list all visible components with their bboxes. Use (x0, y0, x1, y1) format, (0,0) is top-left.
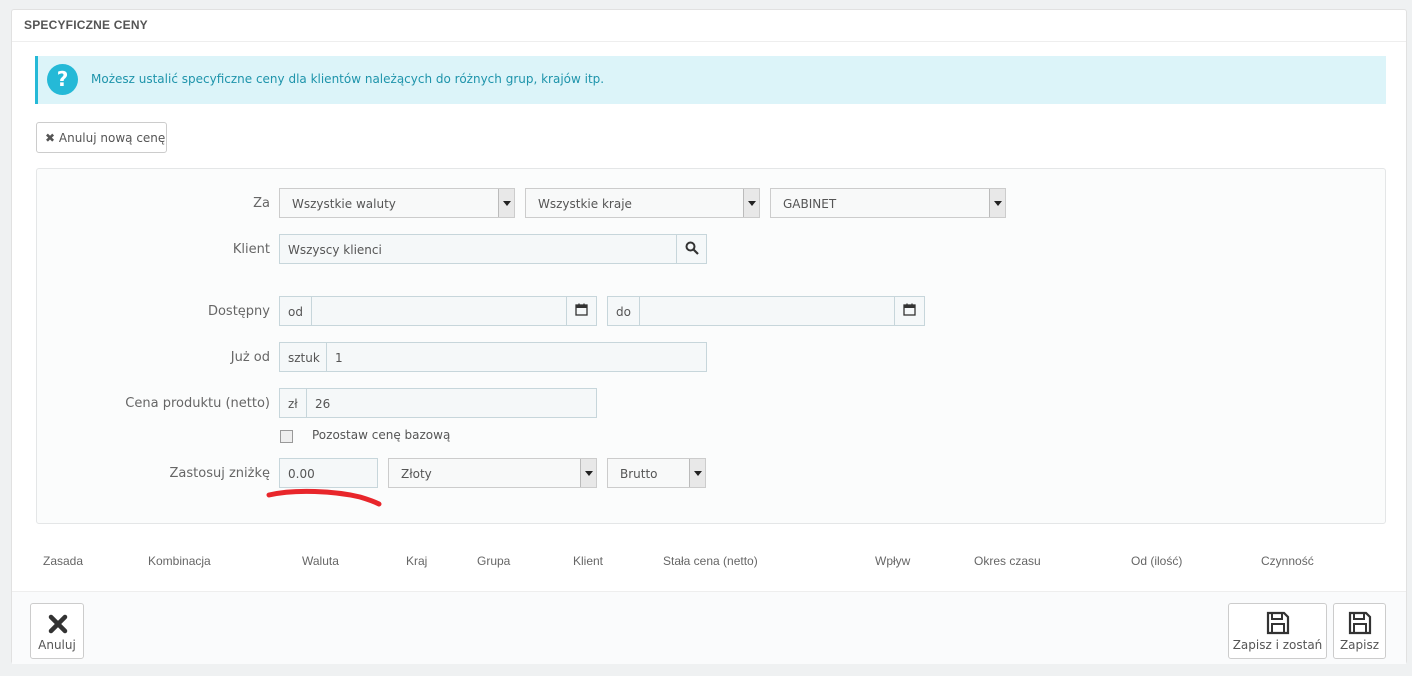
red-underline-annotation (266, 488, 382, 507)
col-header-fixed-price: Stała cena (netto) (663, 554, 758, 568)
col-header-group: Grupa (477, 554, 511, 568)
info-alert: ? Możesz ustalić specyficzne ceny dla kl… (35, 56, 1386, 104)
col-header-combination: Kombinacja (148, 554, 211, 568)
search-icon[interactable] (676, 235, 706, 263)
chevron-down-icon (689, 459, 705, 487)
from-quantity-label: Już od (230, 350, 270, 365)
specific-price-form: Za Wszystkie waluty Wszystkie kraje GABI… (36, 168, 1386, 524)
date-to-prefix: do (608, 297, 640, 325)
cancel-button-label: Anuluj (38, 638, 76, 652)
save-icon (1266, 611, 1290, 635)
group-select-value: GABINET (783, 197, 837, 211)
discount-value: 0.00 (288, 467, 315, 481)
info-alert-text: Możesz ustalić specyficzne ceny dla klie… (91, 72, 605, 86)
za-label: Za (253, 196, 270, 211)
save-icon (1348, 611, 1372, 635)
specific-prices-panel: SPECYFICZNE CENY ? Możesz ustalić specyf… (11, 9, 1407, 664)
discount-type-select[interactable]: Złoty (388, 458, 597, 488)
save-button-label: Zapisz (1339, 638, 1380, 652)
close-icon: ✖ (45, 131, 56, 145)
col-header-impact: Wpływ (875, 554, 911, 568)
country-select-value: Wszystkie kraje (538, 197, 632, 211)
discount-tax-select[interactable]: Brutto (607, 458, 706, 488)
question-icon: ? (47, 64, 78, 95)
product-price-field[interactable]: zł 26 (279, 388, 597, 418)
col-header-rule: Zasada (43, 554, 84, 568)
currency-select[interactable]: Wszystkie waluty (279, 188, 515, 218)
country-select[interactable]: Wszystkie kraje (525, 188, 760, 218)
cancel-button[interactable]: Anuluj (30, 603, 84, 659)
panel-footer: Anuluj Zapisz i zostań Zapisz (12, 591, 1406, 664)
close-icon (48, 614, 68, 634)
date-to-field[interactable]: do (607, 296, 925, 326)
client-search-input[interactable]: Wszyscy klienci (279, 234, 707, 264)
product-price-label: Cena produktu (netto) (125, 396, 270, 411)
discount-input[interactable]: 0.00 (279, 458, 378, 488)
col-header-client: Klient (573, 554, 604, 568)
discount-label: Zastosuj zniżkę (169, 466, 270, 481)
currency-select-value: Wszystkie waluty (292, 197, 396, 211)
cancel-new-price-button[interactable]: ✖ Anuluj nową cenę (36, 122, 167, 153)
chevron-down-icon (580, 459, 596, 487)
keep-base-price-label: Pozostaw cenę bazową (312, 428, 451, 442)
from-quantity-field[interactable]: sztuk 1 (279, 342, 707, 372)
group-select[interactable]: GABINET (770, 188, 1006, 218)
chevron-down-icon (743, 189, 759, 217)
discount-type-value: Złoty (401, 467, 432, 481)
col-header-period: Okres czasu (974, 554, 1041, 568)
price-value: 26 (315, 397, 331, 411)
discount-tax-value: Brutto (620, 467, 658, 481)
col-header-currency: Waluta (302, 554, 339, 568)
available-label: Dostępny (207, 304, 270, 319)
save-and-stay-label: Zapisz i zostań (1232, 638, 1323, 652)
chevron-down-icon (989, 189, 1005, 217)
save-and-stay-button[interactable]: Zapisz i zostań (1228, 603, 1327, 659)
calendar-icon[interactable] (894, 297, 924, 325)
calendar-icon[interactable] (566, 297, 596, 325)
cancel-new-price-label: Anuluj nową cenę (58, 131, 166, 145)
quantity-prefix: sztuk (280, 343, 327, 371)
client-search-value: Wszyscy klienci (288, 243, 382, 257)
col-header-action: Czynność (1261, 554, 1314, 568)
save-button[interactable]: Zapisz (1333, 603, 1386, 659)
quantity-value: 1 (335, 351, 343, 365)
panel-title: SPECYFICZNE CENY (12, 10, 1406, 42)
price-currency-prefix: zł (280, 389, 307, 417)
col-header-country: Kraj (406, 554, 428, 568)
keep-base-price-checkbox[interactable] (280, 430, 293, 443)
col-header-from-qty: Od (ilość) (1131, 554, 1183, 568)
date-from-prefix: od (280, 297, 312, 325)
client-label: Klient (232, 242, 270, 257)
date-from-field[interactable]: od (279, 296, 597, 326)
chevron-down-icon (498, 189, 514, 217)
